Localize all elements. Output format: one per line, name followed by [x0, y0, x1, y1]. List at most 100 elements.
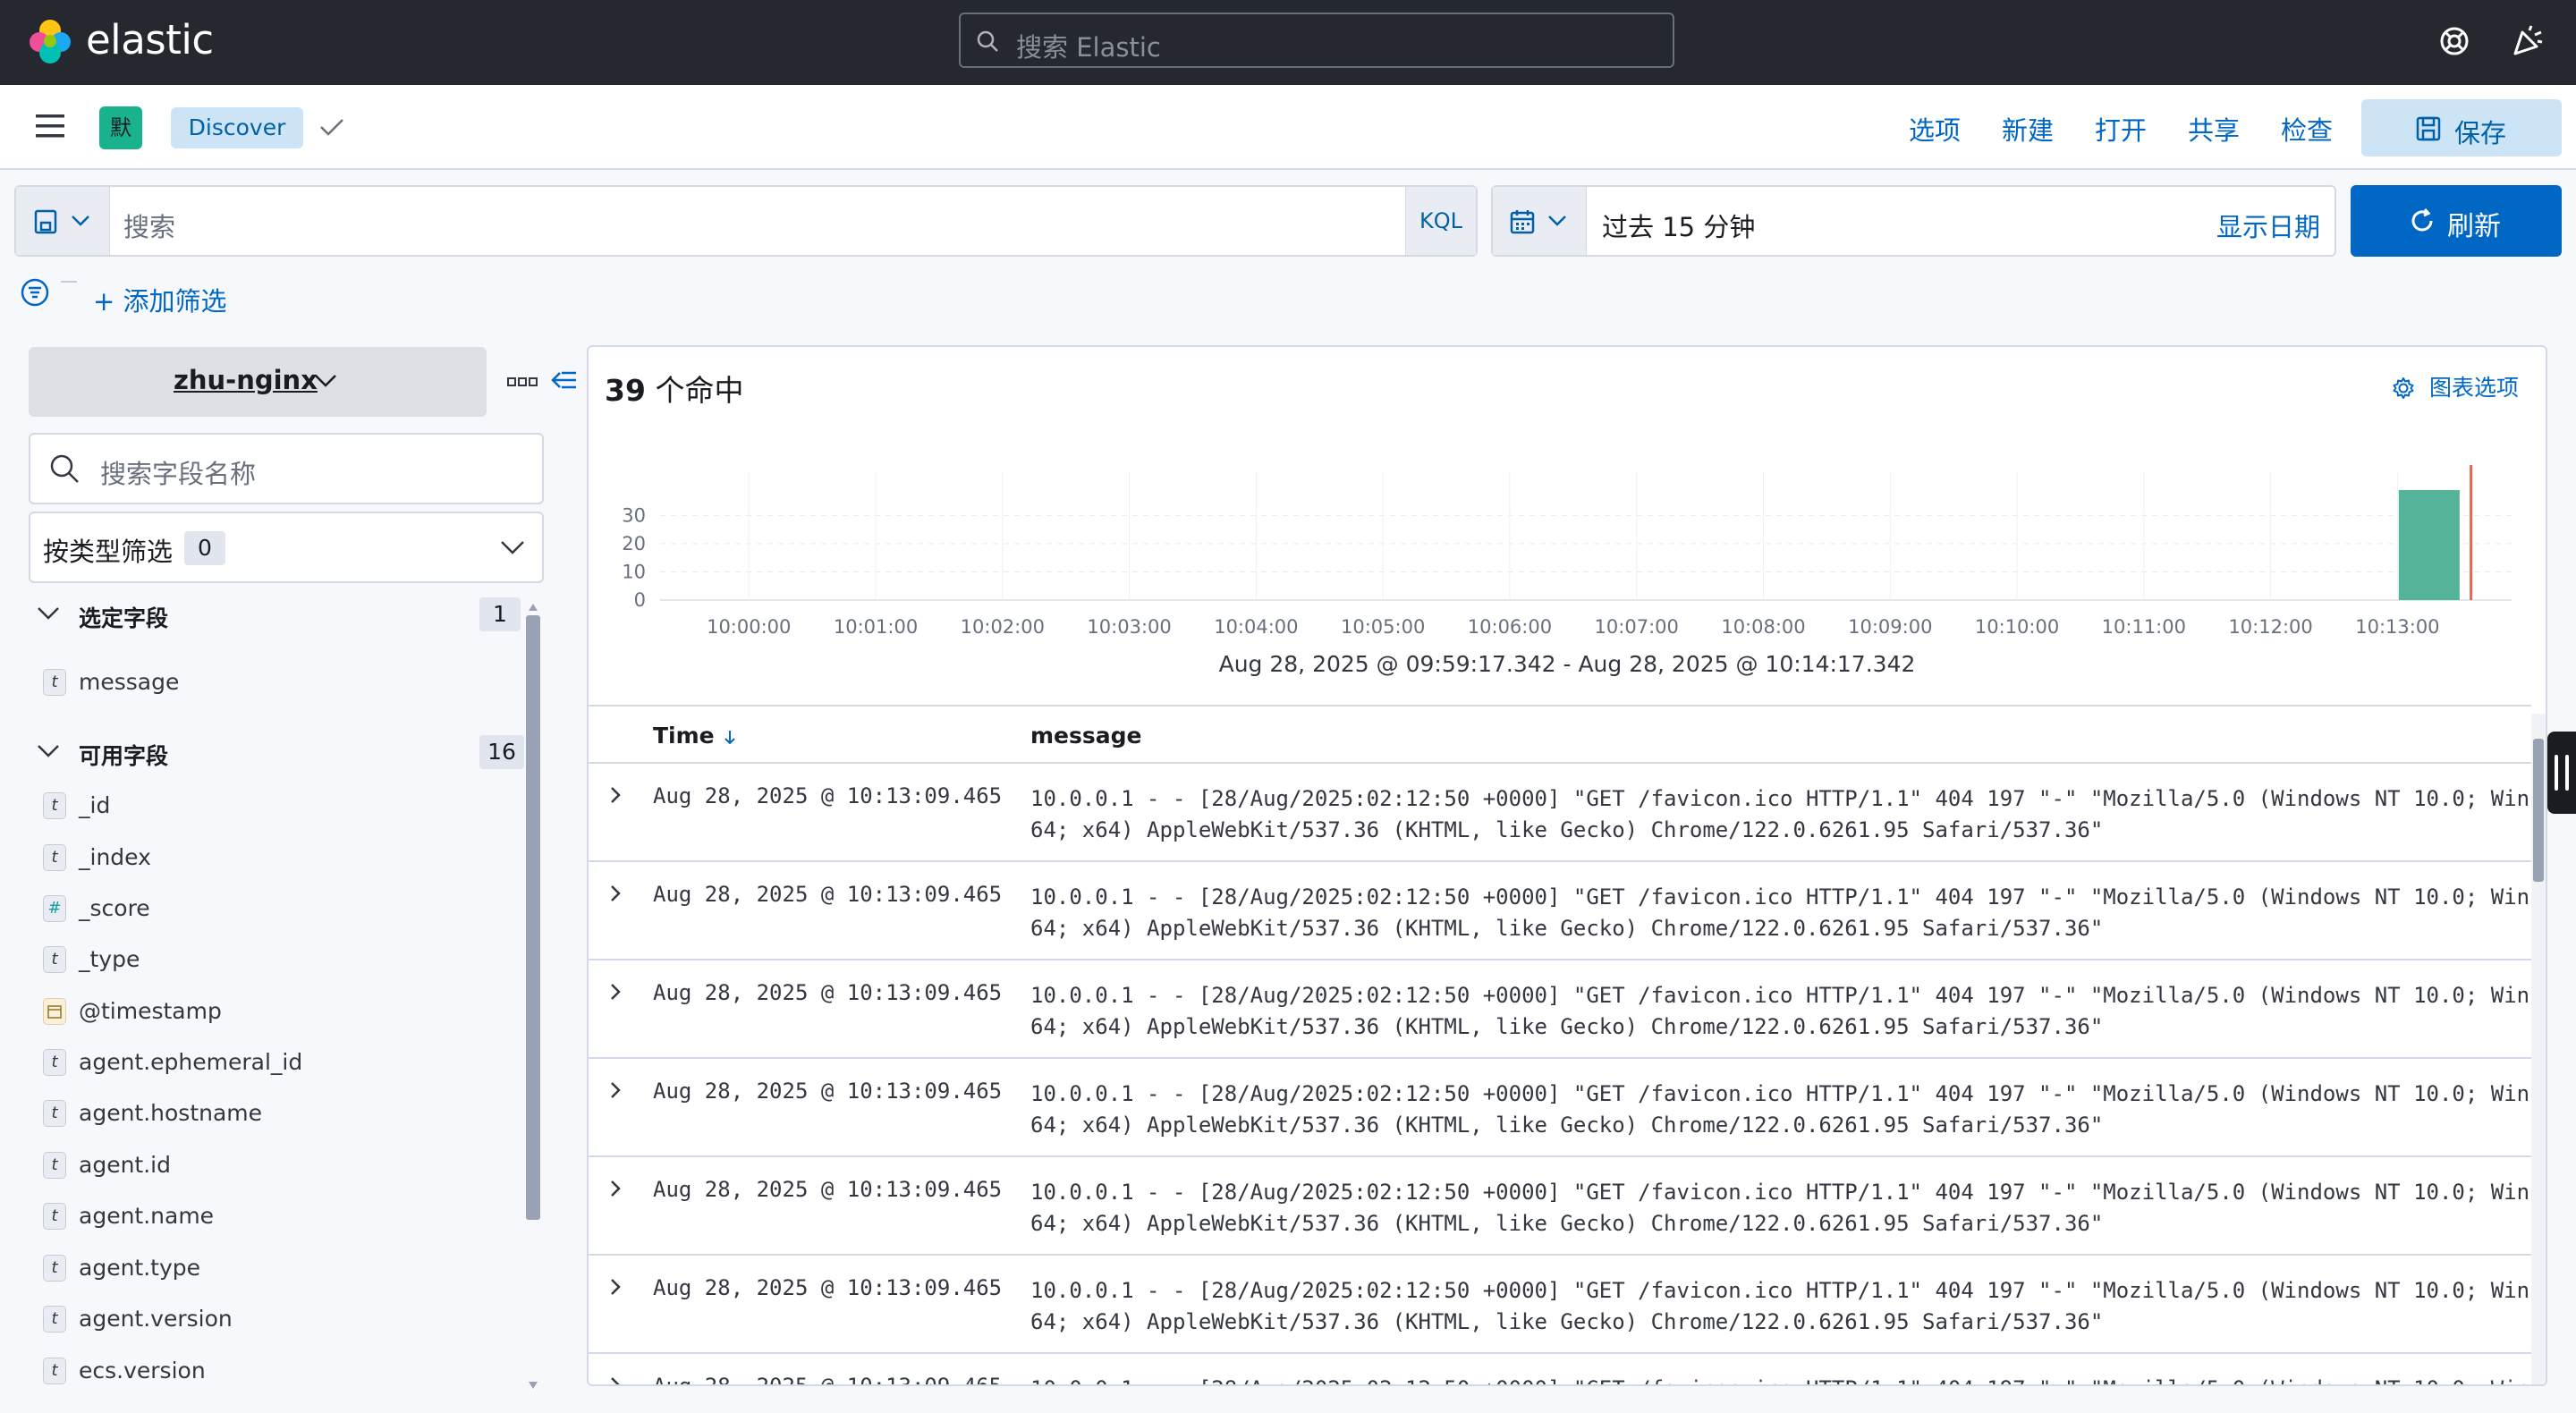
saved-query-icon [34, 209, 57, 234]
index-pattern-selector[interactable]: zhu-nginx [29, 347, 487, 417]
field-name: agent.id [79, 1152, 171, 1178]
table-row: Aug 28, 2025 @ 10:13:09.465 10.0.0.1 - - … [589, 764, 2531, 862]
table-scrollbar[interactable] [2531, 714, 2546, 1384]
field-name: _index [79, 844, 151, 870]
x-tick-label: 10:11:00 [2102, 616, 2186, 638]
sort-down-icon[interactable] [722, 728, 738, 746]
newsfeed-icon[interactable] [2510, 23, 2546, 59]
save-button-label: 保存 [2454, 118, 2507, 148]
gear-icon [2393, 377, 2414, 399]
nav-share[interactable]: 共享 [2188, 110, 2240, 148]
refresh-button[interactable]: 刷新 [2351, 185, 2562, 257]
chart-options-button[interactable]: 图表选项 [2392, 370, 2519, 402]
x-tick-label: 10:13:00 [2355, 616, 2439, 638]
saved-query-menu-button[interactable] [16, 187, 110, 255]
histogram-bar[interactable] [2398, 490, 2460, 600]
expand-row-icon[interactable] [605, 1079, 626, 1102]
space-avatar[interactable]: 默 [99, 106, 142, 149]
string-type-icon: t [43, 792, 66, 819]
expand-row-icon[interactable] [605, 1177, 626, 1200]
elastic-logo-text[interactable]: elastic [86, 16, 214, 63]
filter-options-icon[interactable] [20, 277, 50, 308]
calendar-icon [1510, 210, 1535, 234]
x-tick-label: 10:01:00 [834, 616, 918, 638]
expand-row-icon[interactable] [605, 882, 626, 905]
elastic-logo-icon[interactable] [27, 18, 73, 64]
filter-by-type-dropdown[interactable]: 按类型筛选 0 [29, 512, 544, 583]
nav-open[interactable]: 打开 [2095, 110, 2147, 148]
table-scrollbar-thumb[interactable] [2533, 739, 2544, 882]
expand-row-icon[interactable] [605, 980, 626, 1003]
histogram-chart[interactable]: 0 10 20 30 10:00:00 10:01:00 10:02:00 10:03:00 1… [589, 436, 2546, 651]
row-time: Aug 28, 2025 @ 10:13:09.465 [653, 1275, 1003, 1300]
filter-divider [61, 281, 77, 283]
string-type-icon: t [43, 1306, 66, 1333]
string-type-icon: t [43, 844, 66, 871]
y-tick-label: 20 [622, 533, 646, 554]
add-filter-button[interactable]: + 添加筛选 [93, 281, 227, 318]
column-header-time[interactable]: Time [653, 723, 738, 749]
save-button[interactable]: 保存 [2361, 99, 2562, 157]
scroll-down-icon[interactable] [528, 1381, 538, 1390]
y-tick-label: 10 [622, 561, 646, 582]
quick-select-button[interactable] [1493, 187, 1587, 255]
filter-by-type-label: 按类型筛选 [43, 537, 174, 567]
nav-inspect[interactable]: 检查 [2281, 110, 2333, 148]
resize-handle[interactable] [2547, 732, 2576, 814]
chevron-down-icon[interactable] [36, 742, 61, 760]
string-type-icon: t [43, 1152, 66, 1179]
kql-language-toggle[interactable]: KQL [1405, 187, 1476, 255]
selected-fields-count: 1 [479, 597, 521, 631]
column-header-message[interactable]: message [1030, 723, 1142, 749]
table-row: Aug 28, 2025 @ 10:13:09.465 10.0.0.1 - - … [589, 862, 2531, 960]
expand-row-icon[interactable] [605, 783, 626, 807]
available-fields-title[interactable]: 可用字段 [79, 739, 168, 771]
string-type-icon: t [43, 1203, 66, 1230]
global-header: elastic 搜索 Elastic [0, 0, 2576, 85]
query-input[interactable]: 搜索 [123, 207, 175, 244]
string-type-icon: t [43, 1255, 66, 1282]
filter-by-type-count: 0 [184, 531, 225, 565]
nav-options[interactable]: 选项 [1909, 110, 1961, 148]
time-range-text[interactable]: 过去 15 分钟 [1602, 207, 1755, 244]
field-name: agent.ephemeral_id [79, 1049, 303, 1075]
expand-row-icon[interactable] [605, 1275, 626, 1299]
collapse-sidebar-icon[interactable] [549, 368, 580, 395]
table-header: Time message [589, 705, 2531, 764]
field-name: agent.name [79, 1203, 215, 1229]
sidebar-scrollbar[interactable] [526, 615, 540, 1220]
index-pattern-name: zhu-nginx [174, 365, 318, 395]
table-row: Aug 28, 2025 @ 10:13:09.465 10.0.0.1 - - … [589, 1354, 2531, 1386]
available-fields-count: 16 [479, 735, 524, 769]
more-options-icon[interactable] [506, 376, 538, 388]
field-name: message [79, 669, 180, 695]
nav-new[interactable]: 新建 [2002, 110, 2054, 148]
chevron-down-icon[interactable] [36, 605, 61, 622]
column-header-time-label: Time [653, 723, 715, 749]
selected-fields-title[interactable]: 选定字段 [79, 601, 168, 633]
x-tick-label: 10:06:00 [1468, 616, 1552, 638]
x-tick-label: 10:10:00 [1975, 616, 2059, 638]
row-time: Aug 28, 2025 @ 10:13:09.465 [653, 1177, 1003, 1202]
x-tick-label: 10:09:00 [1848, 616, 1932, 638]
date-picker: 过去 15 分钟 显示日期 [1491, 185, 2336, 257]
chart-options-label: 图表选项 [2428, 375, 2519, 401]
field-search-input[interactable]: 搜索字段名称 [29, 433, 544, 504]
show-dates-link[interactable]: 显示日期 [2216, 207, 2320, 244]
expand-row-icon[interactable] [605, 1374, 626, 1386]
global-search-input[interactable]: 搜索 Elastic [959, 13, 1674, 68]
hits-label: 个命中 [655, 373, 744, 408]
row-message: 10.0.0.1 - - [28/Aug/2025:02:12:50 +0000… [1030, 1278, 2530, 1334]
breadcrumb-discover[interactable]: Discover [171, 107, 303, 148]
x-tick-label: 10:08:00 [1721, 616, 1805, 638]
field-name: agent.version [79, 1306, 233, 1332]
field-name: _type [79, 946, 140, 972]
x-tick-label: 10:07:00 [1595, 616, 1679, 638]
row-message: 10.0.0.1 - - [28/Aug/2025:02:12:50 +0000… [1030, 786, 2530, 842]
menu-icon[interactable] [34, 112, 66, 140]
help-icon[interactable] [2438, 25, 2470, 57]
field-name: _score [79, 895, 150, 921]
row-message: 10.0.0.1 - - [28/Aug/2025:02:12:50 +0000… [1030, 983, 2530, 1039]
scroll-up-icon[interactable] [528, 603, 538, 612]
refresh-button-label: 刷新 [2447, 211, 2501, 242]
